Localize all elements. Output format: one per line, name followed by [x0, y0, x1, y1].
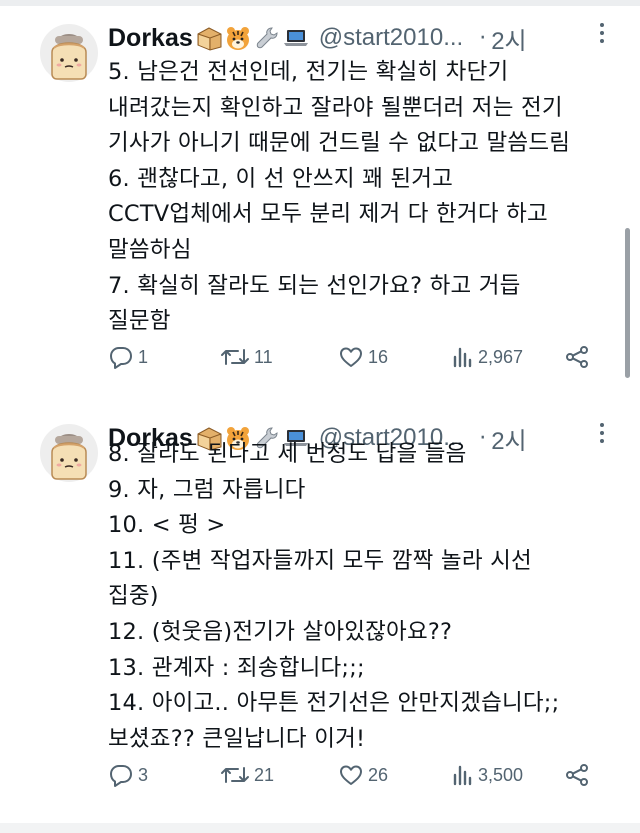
tweet-text-line: 7. 확실히 잘라도 되는 선인가요? 하고 거듭: [108, 272, 521, 299]
tweet-text-line: 10. < 펑 >: [108, 512, 226, 539]
tweet-text-line: 12. (헛웃음)전기가 살아있잖아요??: [108, 618, 453, 645]
scrollbar[interactable]: [625, 228, 630, 378]
tweet-text-line: CCTV업체에서 모두 분리 제거 다 한거다 하고: [108, 201, 548, 228]
like-count: 16: [368, 346, 389, 367]
tweet-text-line: 기사가 아니기 때문에 건드릴 수 없다고 말씀드림: [108, 130, 571, 157]
like-button[interactable]: 16: [338, 342, 388, 372]
retweet-button[interactable]: 11: [220, 342, 273, 372]
retweet-count: 21: [254, 764, 275, 785]
bread-avatar-icon: [51, 33, 87, 80]
avatar[interactable]: [40, 424, 98, 482]
tweet-text: 5. 남은건 전선인데, 전기는 확실히 차단기 내려갔는지 확인하고 잘라야 …: [108, 55, 618, 340]
name-emojis: [195, 24, 311, 52]
views-button[interactable]: 3,500: [452, 760, 523, 790]
tweet-header: Dorkas @start2010... · 2시: [108, 20, 618, 56]
share-icon: [566, 346, 588, 368]
laptop-emoji-icon: [283, 30, 308, 46]
tweet-text-line: 6. 괜찮다고, 이 선 안쓰지 꽤 된거고: [108, 165, 454, 192]
heart-icon: [340, 347, 362, 367]
views-chart-icon: [453, 347, 472, 368]
tweet-text-line: 보셨죠?? 큰일납니다 이거!: [108, 725, 366, 752]
tweet-text-line: 내려갔는지 확인하고 잘라야 될뿐더러 저는 전기: [108, 94, 563, 121]
tweet-text-line: 9. 자, 그럼 자릅니다: [108, 476, 306, 503]
share-button[interactable]: [564, 760, 590, 790]
tweet-text-line: 집중): [108, 583, 159, 610]
tweet-timestamp[interactable]: 2시: [491, 21, 526, 56]
tweet-text-line: 질문함: [108, 308, 171, 335]
views-chart-icon: [453, 765, 472, 786]
like-count: 26: [368, 764, 389, 785]
view-count: 2,967: [478, 346, 524, 367]
reply-button[interactable]: 1: [108, 342, 148, 372]
top-divider: [0, 0, 640, 6]
like-button[interactable]: 26: [338, 760, 388, 790]
avatar[interactable]: [40, 24, 98, 82]
retweet-count: 11: [254, 346, 273, 367]
author-handle[interactable]: @start2010...: [319, 24, 463, 52]
tweet-text-line: 14. 아이고.. 아무튼 전기선은 안만지겠습니다;;: [108, 690, 560, 717]
wrench-emoji-icon: [256, 27, 278, 49]
view-count: 3,500: [478, 764, 524, 785]
reply-count: 1: [138, 346, 149, 367]
tweet-text-line: 말씀하심: [108, 236, 192, 263]
tiger-emoji-icon: [225, 26, 250, 51]
bread-avatar-icon: [51, 433, 87, 480]
more-options-icon[interactable]: [590, 18, 614, 48]
reply-count: 3: [138, 764, 149, 785]
tweet-actions: 3 21 26 3,500: [108, 760, 608, 790]
retweet-icon: [221, 767, 249, 783]
retweet-button[interactable]: 21: [220, 760, 274, 790]
reply-icon: [110, 347, 132, 369]
bottom-divider: [0, 823, 640, 833]
author-name[interactable]: Dorkas: [108, 24, 193, 53]
retweet-icon: [221, 349, 249, 365]
reply-button[interactable]: 3: [108, 760, 148, 790]
tweet-actions: 1 11 16 2,967: [108, 342, 608, 372]
separator-dot: ·: [479, 25, 487, 51]
tweet-text: 8. 잘라도 된다고 세 번정도 답을 들음 9. 자, 그럼 자릅니다 10.…: [108, 437, 618, 757]
heart-icon: [340, 765, 362, 785]
reply-icon: [110, 765, 132, 787]
tweet-text-line: 13. 관계자 : 죄송합니다;;;: [108, 654, 365, 681]
bread-emoji-icon: [197, 27, 222, 51]
tweet-text-line: 11. (주변 작업자들까지 모두 깜짝 놀라 시선: [108, 547, 532, 574]
views-button[interactable]: 2,967: [452, 342, 523, 372]
share-button[interactable]: [564, 342, 590, 372]
tweet-text-line: 5. 남은건 전선인데, 전기는 확실히 차단기: [108, 59, 509, 85]
tweet-text-line: 8. 잘라도 된다고 세 번정도 답을 들음: [108, 441, 467, 467]
share-icon: [566, 764, 588, 786]
